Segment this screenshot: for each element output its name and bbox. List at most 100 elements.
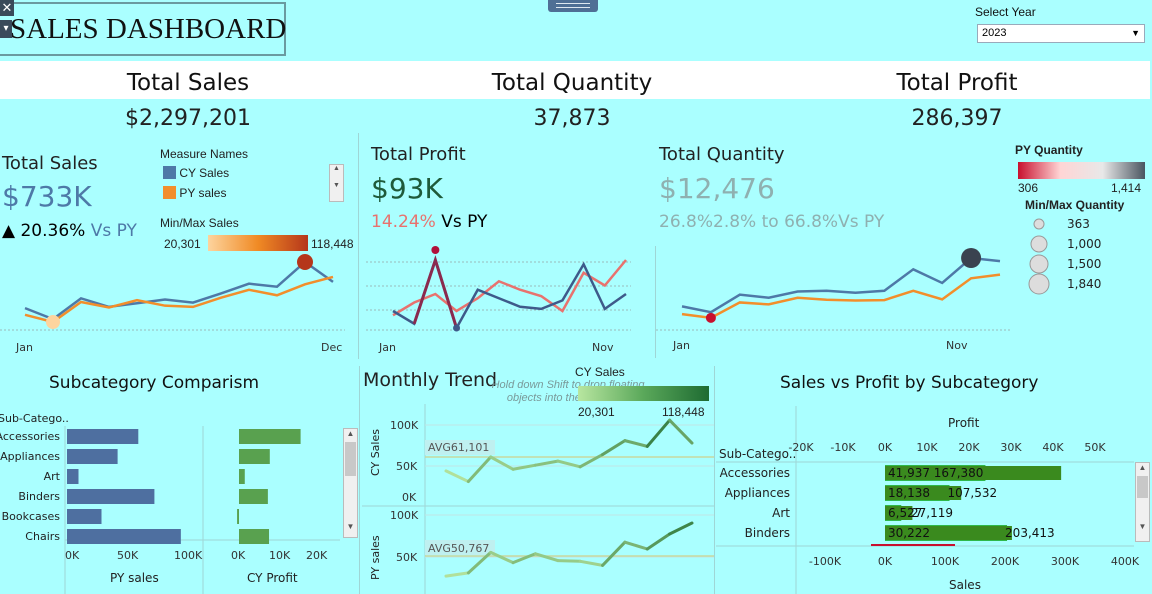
- max-sales-marker: [297, 254, 313, 270]
- py-quantity-high: 1,414: [1111, 181, 1142, 195]
- kpi-value-sales: $2,297,201: [125, 106, 251, 131]
- close-icon[interactable]: ✕: [0, 0, 14, 16]
- dashboard-title: SALES DASHBOARD: [10, 13, 287, 45]
- trend-chart: AVG61,101 AVG50,767 100K 50K 0K 100K 50K…: [362, 404, 714, 594]
- py-quantity-line: [681, 273, 1001, 320]
- sales-tick: 400K: [1111, 555, 1140, 568]
- cy-tick: 100K: [390, 419, 419, 432]
- sales-tick: 0K: [878, 555, 893, 568]
- scroll-thumb[interactable]: [1137, 476, 1148, 498]
- py-tick: 0K: [65, 549, 80, 562]
- py-sales-line: [24, 275, 334, 324]
- max-profit-marker: [431, 246, 440, 254]
- svp-title: Sales vs Profit by Subcategory: [780, 373, 1039, 393]
- scroll-up-icon[interactable]: ▲: [330, 165, 343, 172]
- sales-panel-title: Total Sales: [2, 153, 98, 174]
- menu-dropdown-icon[interactable]: ▾: [0, 20, 12, 38]
- cy-profit-line: [392, 255, 627, 332]
- cy-profit-bar[interactable]: [239, 449, 270, 464]
- profit-line-chart: Jan Nov: [366, 246, 631, 354]
- min-quantity-marker: [705, 312, 716, 323]
- cy-profit-bar[interactable]: [237, 509, 239, 524]
- subcat-row-label: Bookcases: [2, 510, 61, 523]
- cy-trend-segment: [645, 418, 672, 448]
- cy-profit-bar[interactable]: [239, 429, 301, 444]
- minmax-sales-gradient: [208, 235, 308, 251]
- profit-value-label: 30,222: [888, 526, 930, 540]
- cy-trend-segment: [489, 455, 515, 471]
- profit-tick: -10K: [830, 441, 856, 454]
- cy-trend-segment: [601, 439, 627, 457]
- py-sales-bar[interactable]: [67, 529, 181, 544]
- subcat-row-label: Accessories: [0, 430, 60, 443]
- kpi-title-profit: Total Profit: [896, 70, 1018, 96]
- sales-tick: -100K: [809, 555, 842, 568]
- scroll-up-icon[interactable]: ▲: [1136, 463, 1149, 472]
- divider: [714, 366, 715, 594]
- cy-tick: 10K: [269, 549, 291, 562]
- scroll-down-icon[interactable]: ▼: [330, 182, 343, 189]
- subcat-row-label: Art: [44, 470, 61, 483]
- year-select-value: 2023: [982, 27, 1007, 39]
- subcat-scrollbar[interactable]: ▲ ▼: [343, 428, 358, 538]
- sales-value-label: 27,119: [911, 506, 953, 520]
- py-sales-bar[interactable]: [67, 489, 155, 504]
- py-trend-segment: [578, 559, 605, 567]
- cy-trend-segment: [533, 459, 560, 467]
- py-sales-bar[interactable]: [67, 429, 139, 444]
- py-sales-swatch: [163, 186, 176, 199]
- cy-profit-bar[interactable]: [239, 489, 268, 504]
- quantity-line-chart: Jan Nov: [656, 248, 1011, 352]
- min-sales-marker: [46, 315, 60, 329]
- x-tick-label: Jan: [15, 341, 33, 354]
- sales-axis-title: Sales: [949, 578, 981, 592]
- year-select[interactable]: 2023 ▼: [977, 24, 1145, 43]
- subcat-title: Subcategory Comparism: [49, 373, 260, 393]
- py-tick: 100K: [390, 509, 419, 522]
- py-quantity-gradient: [1018, 162, 1145, 179]
- drag-handle-icon[interactable]: [548, 0, 598, 12]
- size-legend-label: 1,840: [1067, 277, 1101, 291]
- chevron-down-icon[interactable]: ▼: [1131, 25, 1140, 42]
- legend-item-py-sales[interactable]: PY sales: [163, 186, 226, 200]
- sales-value-label: 107,532: [948, 486, 998, 500]
- cy-profit-bar[interactable]: [239, 529, 270, 544]
- dashboard-title-box: SALES DASHBOARD: [0, 2, 286, 56]
- legend-item-cy-sales[interactable]: CY Sales: [163, 166, 229, 180]
- svp-row-label: Binders: [745, 526, 790, 540]
- py-trend-segment: [668, 521, 694, 536]
- scroll-thumb[interactable]: [345, 442, 356, 476]
- svp-scrollbar[interactable]: ▲ ▼: [1135, 462, 1150, 542]
- quantity-change-text: 26.8%2.8% to 66.8%Vs PY: [659, 212, 885, 232]
- sales-change-value: 20.36%: [20, 221, 86, 241]
- cy-tick: 20K: [306, 549, 328, 562]
- profit-value-label: 18,138: [888, 486, 930, 500]
- cy-tick: 0K: [402, 491, 417, 504]
- sales-value-label: 167,380: [934, 466, 984, 480]
- py-sales-bar[interactable]: [67, 449, 118, 464]
- measure-legend-title: Measure Names: [160, 147, 249, 161]
- py-sales-bar[interactable]: [67, 469, 79, 484]
- py-trend-segment: [444, 571, 470, 578]
- scroll-down-icon[interactable]: ▼: [1136, 522, 1149, 531]
- sales-change-row: ▲ 20.36% Vs PY: [2, 221, 137, 241]
- year-filter-label: Select Year: [975, 5, 1036, 19]
- cy-profit-bar[interactable]: [239, 469, 245, 484]
- legend-scrollbar[interactable]: ▲ ▼: [329, 164, 344, 202]
- scroll-down-icon[interactable]: ▼: [344, 522, 357, 531]
- py-tick: 100K: [174, 549, 203, 562]
- min-profit-marker: [453, 324, 461, 332]
- up-arrow-icon: ▲: [2, 221, 16, 241]
- py-sales-bar[interactable]: [67, 509, 102, 524]
- sales-value-label: 203,413: [1005, 526, 1055, 540]
- x-tick-label: Nov: [946, 339, 968, 352]
- profit-tick: 50K: [1084, 441, 1106, 454]
- py-trend-segment: [623, 540, 649, 551]
- divider: [359, 366, 360, 594]
- minmax-sales-low: 20,301: [164, 237, 201, 251]
- scroll-up-icon[interactable]: ▲: [344, 429, 357, 438]
- partial-bar: [871, 544, 955, 546]
- profit-tick: -20K: [788, 441, 814, 454]
- x-tick-label: Nov: [592, 341, 614, 354]
- kpi-value-profit: 286,397: [911, 106, 1003, 131]
